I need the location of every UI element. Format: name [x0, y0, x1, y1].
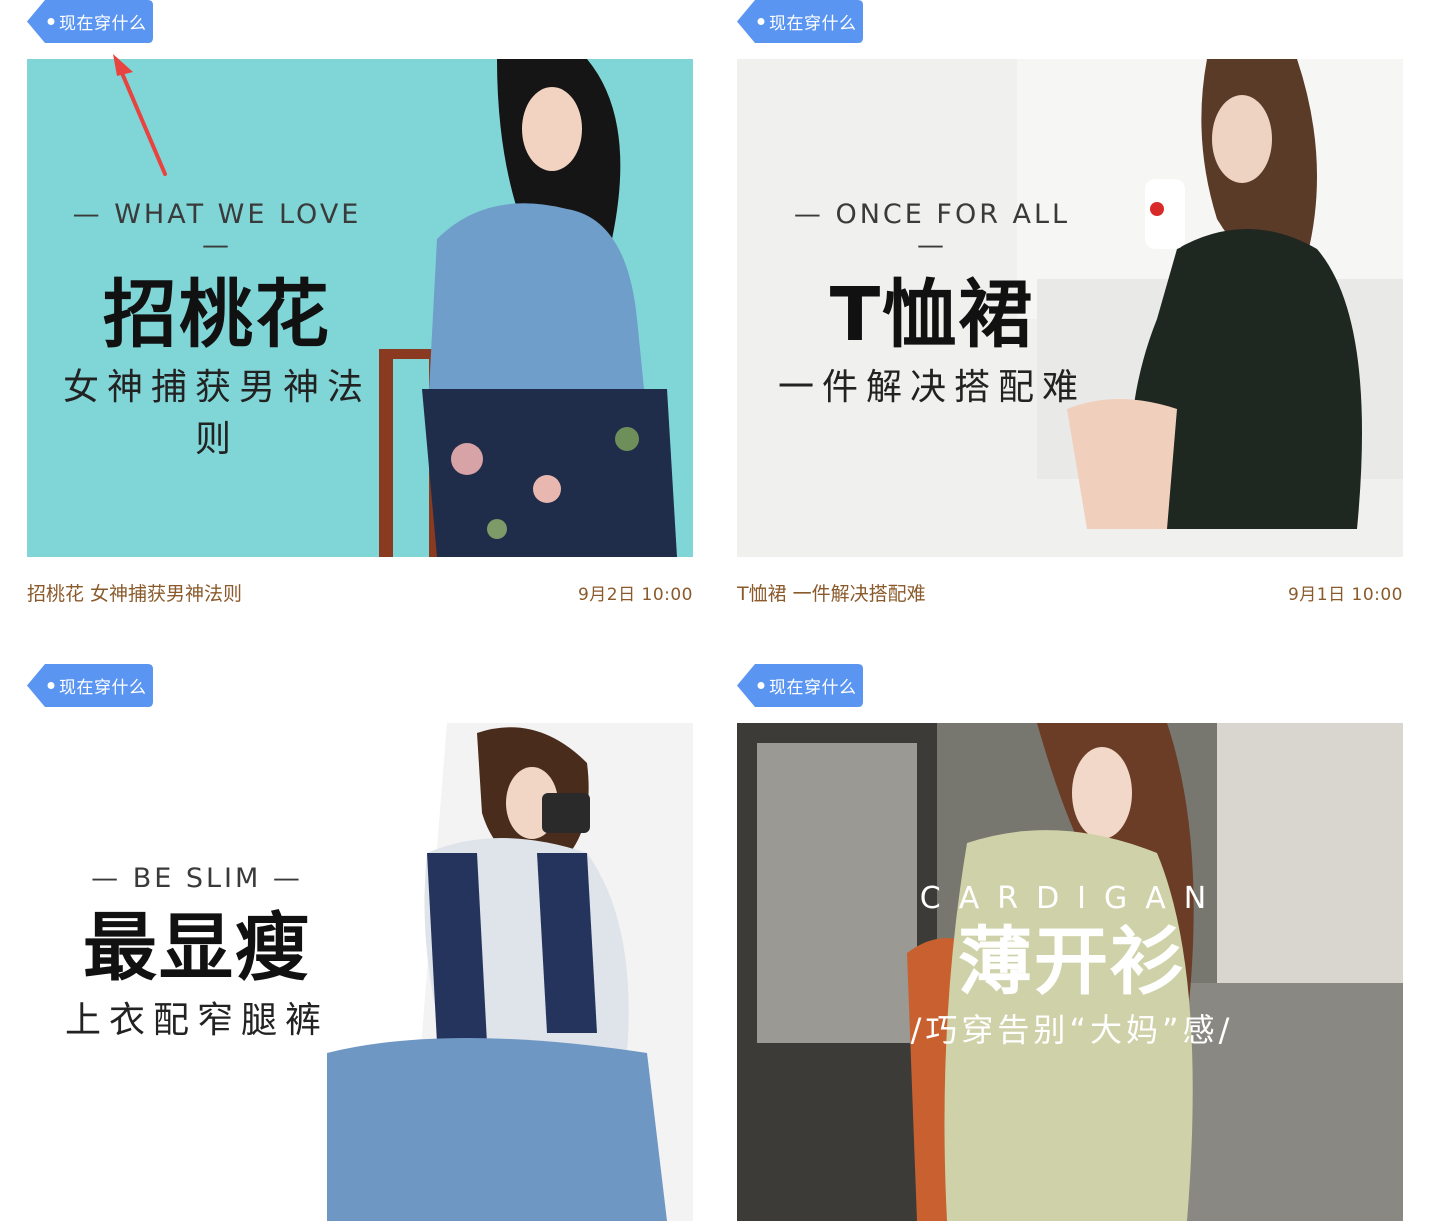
banner-headline: — WHAT WE LOVE — 招桃花 女神捕获男神法则	[57, 199, 377, 462]
banner-title: 薄开衫	[958, 919, 1186, 1005]
article-title[interactable]: 招桃花 女神捕获男神法则	[27, 579, 242, 606]
article-banner-image[interactable]: — ONCE FOR ALL — T恤裙 一件解决搭配难	[737, 59, 1403, 557]
annotation-arrow-icon	[113, 54, 167, 176]
category-tag[interactable]: 现在穿什么	[27, 0, 153, 43]
article-banner-image[interactable]: CARDIGAN 薄开衫 /巧穿告别“大妈”感/	[737, 723, 1403, 1221]
banner-headline: CARDIGAN 薄开衫 /巧穿告别“大妈”感/	[907, 881, 1237, 1051]
article-date: 9月1日 10:00	[1287, 584, 1403, 605]
banner-subtitle: 上衣配窄腿裤	[64, 1000, 329, 1042]
banner-headline: — ONCE FOR ALL — T恤裙 一件解决搭配难	[777, 199, 1087, 410]
article-title[interactable]: T恤裙 一件解决搭配难	[737, 579, 926, 606]
banner-english-tagline: CARDIGAN	[919, 881, 1225, 916]
banner-english-tagline: — BE SLIM —	[91, 863, 303, 894]
category-tag[interactable]: 现在穿什么	[737, 0, 863, 43]
article-caption[interactable]: 招桃花 女神捕获男神法则 9月2日 10:00	[27, 578, 693, 606]
article-banner-image[interactable]: — BE SLIM — 最显瘦 上衣配窄腿裤	[27, 723, 693, 1221]
banner-title: T恤裙	[829, 272, 1035, 358]
article-date: 9月2日 10:00	[577, 584, 693, 605]
category-tag[interactable]: 现在穿什么	[27, 664, 153, 707]
article-caption[interactable]: T恤裙 一件解决搭配难 9月1日 10:00	[737, 578, 1403, 606]
banner-subtitle: /巧穿告别“大妈”感/	[910, 1011, 1234, 1050]
banner-title: 招桃花	[103, 272, 331, 358]
category-tag-label: 现在穿什么	[59, 14, 147, 34]
category-tag-label: 现在穿什么	[59, 678, 147, 698]
banner-subtitle: 一件解决搭配难	[777, 367, 1086, 409]
banner-headline: — BE SLIM — 最显瘦 上衣配窄腿裤	[52, 863, 342, 1043]
banner-english-tagline: — WHAT WE LOVE —	[72, 199, 362, 261]
category-tag-label: 现在穿什么	[769, 678, 857, 698]
banner-subtitle: 女神捕获男神法则	[62, 367, 371, 461]
banner-english-tagline: — ONCE FOR ALL —	[793, 199, 1071, 261]
category-tag-label: 现在穿什么	[769, 14, 857, 34]
banner-title: 最显瘦	[83, 905, 311, 991]
category-tag[interactable]: 现在穿什么	[737, 664, 863, 707]
